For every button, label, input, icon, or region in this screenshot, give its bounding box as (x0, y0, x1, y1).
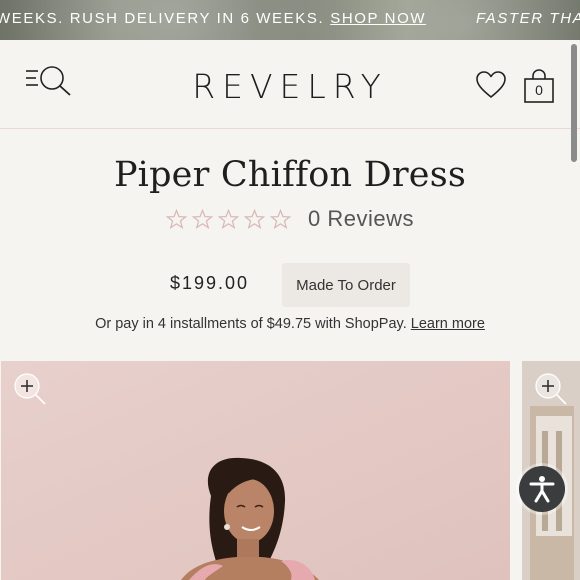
accessibility-icon (529, 476, 555, 503)
made-to-order-badge[interactable]: Made To Order (282, 263, 410, 307)
rating-stars[interactable] (165, 208, 292, 231)
learn-more-link[interactable]: Learn more (411, 316, 485, 332)
star-icon (269, 208, 292, 229)
product-title: Piper Chiffon Dress (113, 155, 467, 195)
promo-message: WEEKS. RUSH DELIVERY IN 6 WEEKS. SHOP NOW (0, 10, 426, 27)
zoom-in-icon (535, 373, 567, 405)
model-photo (1, 361, 510, 580)
star-icon (191, 208, 214, 229)
cart-button[interactable]: 0 (522, 68, 556, 104)
heart-icon (476, 71, 506, 98)
promo-text: WEEKS. RUSH DELIVERY IN 6 WEEKS. (0, 10, 325, 27)
installments-text: Or pay in 4 installments of $49.75 with … (95, 316, 407, 332)
product-image-main[interactable] (1, 361, 510, 580)
cart-count: 0 (535, 82, 543, 98)
star-icon (243, 208, 266, 229)
star-icon (165, 208, 188, 229)
promo-message-next: FASTER THAN (476, 10, 580, 27)
page-scrollbar[interactable] (571, 44, 577, 162)
zoom-button[interactable] (13, 372, 47, 406)
promo-shop-now-link[interactable]: SHOP NOW (330, 10, 426, 27)
product-rating: 0 Reviews (165, 205, 414, 233)
promo-banner: WEEKS. RUSH DELIVERY IN 6 WEEKS. SHOP NOW… (0, 0, 580, 40)
star-icon (217, 208, 240, 229)
reviews-link[interactable]: 0 Reviews (308, 206, 414, 232)
wishlist-button[interactable] (475, 70, 507, 100)
zoom-button-secondary[interactable] (534, 372, 568, 406)
site-header: REVELRY 0 (0, 40, 580, 129)
accessibility-button[interactable] (519, 466, 565, 512)
installments-note: Or pay in 4 installments of $49.75 with … (0, 316, 580, 332)
product-price: $199.00 (170, 273, 250, 293)
zoom-in-icon (14, 373, 46, 405)
